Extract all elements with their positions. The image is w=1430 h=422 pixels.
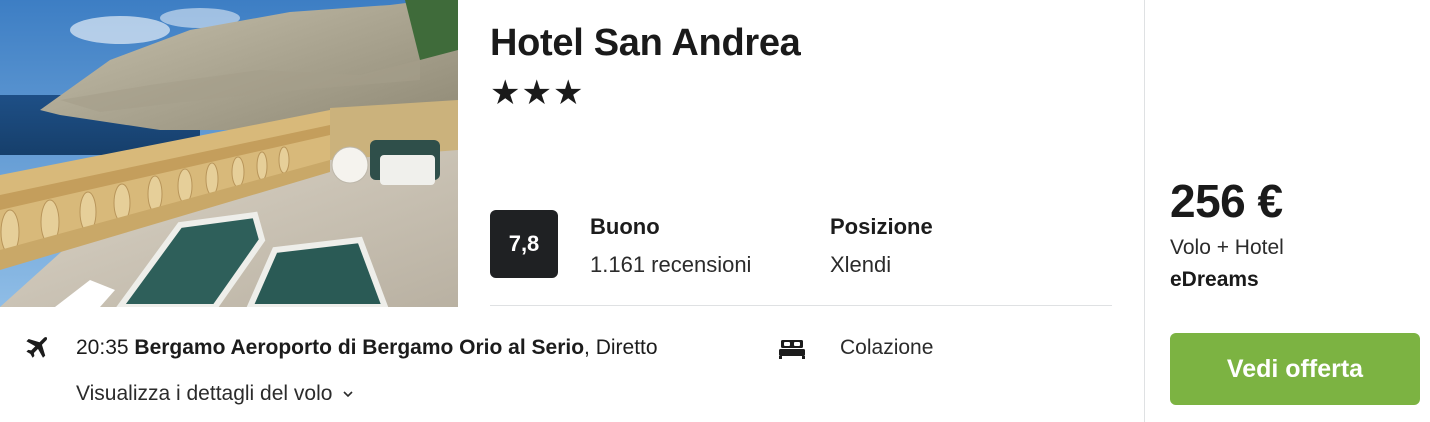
rating-label: Buono [590, 214, 660, 239]
star-rating: ★★★ [490, 74, 585, 112]
package-type: Volo + Hotel [1170, 236, 1284, 259]
provider-name: eDreams [1170, 268, 1259, 291]
vertical-divider [1144, 0, 1145, 422]
chevron-down-icon [343, 391, 354, 398]
hotel-photo[interactable] [0, 0, 458, 307]
review-score-badge: 7,8 [490, 210, 558, 278]
price: 256 € [1170, 175, 1283, 227]
departure-time: 20:35 [76, 336, 129, 359]
view-offer-button[interactable]: Vedi offerta [1170, 333, 1420, 405]
flight-details-label: Visualizza i dettagli del volo [76, 382, 333, 405]
hotel-name[interactable]: Hotel San Andrea [490, 22, 801, 65]
location-value: Xlendi [830, 252, 892, 277]
bed-icon [779, 340, 805, 359]
divider [490, 305, 1112, 306]
flight-type: , Diretto [584, 336, 658, 359]
departure-airport: Bergamo Aeroporto di Bergamo Orio al Ser… [134, 336, 585, 359]
hotel-result-card: Hotel San Andrea ★★★ 7,8 Buono 1.161 rec… [0, 0, 1430, 422]
location-label: Posizione [830, 214, 933, 239]
board-type: Colazione [840, 336, 934, 359]
flight-details-link[interactable]: Visualizza i dettagli del volo [76, 382, 354, 406]
review-count: 1.161 recensioni [590, 252, 752, 277]
flight-summary: 20:35 Bergamo Aeroporto di Bergamo Orio … [76, 336, 658, 360]
plane-icon [26, 337, 48, 358]
